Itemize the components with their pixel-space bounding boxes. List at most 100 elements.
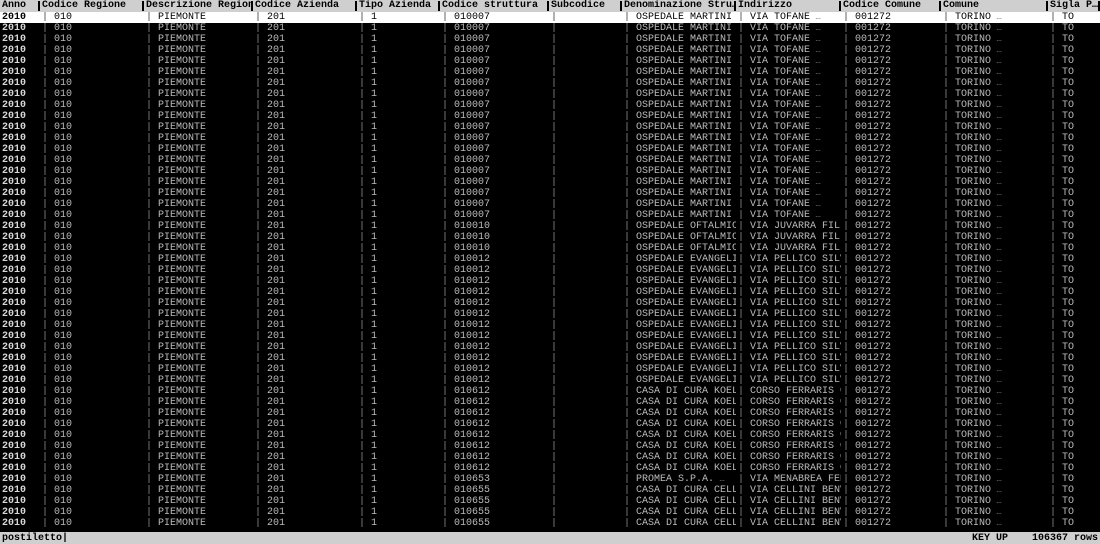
cell-codice_struttura: 010007 (440, 133, 549, 144)
table-row[interactable]: 2010010PIEMONTE2011010012OSPEDALE EVANGE… (0, 276, 1100, 287)
col-header-descrizione_regione[interactable]: Descrizione Region… (144, 0, 253, 12)
cell-indirizzo: VIA PELLICO SILVIO… (736, 309, 841, 320)
col-header-codice_azienda[interactable]: Codice Azienda (253, 0, 357, 12)
table-row[interactable]: 2010010PIEMONTE2011010012OSPEDALE EVANGE… (0, 254, 1100, 265)
table-row[interactable]: 2010010PIEMONTE2011010655CASA DI CURA CE… (0, 496, 1100, 507)
cell-indirizzo: VIA JUVARRA FILIPP… (736, 221, 841, 232)
col-header-anno[interactable]: Anno (0, 0, 40, 12)
cell-tipo_azienda: 1 (357, 166, 440, 177)
table-row[interactable]: 2010010PIEMONTE2011010007OSPEDALE MARTIN… (0, 210, 1100, 221)
table-row[interactable]: 2010010PIEMONTE2011010012OSPEDALE EVANGE… (0, 298, 1100, 309)
table-row[interactable]: 2010010PIEMONTE2011010612CASA DI CURA KO… (0, 463, 1100, 474)
table-row[interactable]: 2010010PIEMONTE2011010007OSPEDALE MARTIN… (0, 122, 1100, 133)
cell-codice_azienda: 201 (253, 375, 357, 386)
cell-codice_azienda: 201 (253, 100, 357, 111)
cell-subcodice (549, 111, 622, 122)
cell-descrizione_regione: PIEMONTE (144, 210, 253, 221)
cell-comune: TORINO (941, 364, 1048, 375)
cell-denominazione: OSPEDALE EVANGELIC… (622, 353, 736, 364)
table-row[interactable]: 2010010PIEMONTE2011010007OSPEDALE MARTIN… (0, 45, 1100, 56)
table-row[interactable]: 2010010PIEMONTE2011010007OSPEDALE MARTIN… (0, 34, 1100, 45)
table-row[interactable]: 2010010PIEMONTE2011010612CASA DI CURA KO… (0, 408, 1100, 419)
cell-codice_regione: 010 (40, 23, 144, 34)
cell-denominazione: OSPEDALE EVANGELIC… (622, 254, 736, 265)
cell-subcodice (549, 265, 622, 276)
data-table[interactable]: AnnoCodice RegioneDescrizione Region…Cod… (0, 0, 1100, 529)
table-row[interactable]: 2010010PIEMONTE2011010010OSPEDALE OFTALM… (0, 232, 1100, 243)
table-row[interactable]: 2010010PIEMONTE2011010012OSPEDALE EVANGE… (0, 265, 1100, 276)
table-row[interactable]: 2010010PIEMONTE2011010655CASA DI CURA CE… (0, 518, 1100, 529)
col-header-codice_struttura[interactable]: Codice struttura (440, 0, 549, 12)
cell-anno: 2010 (0, 100, 40, 111)
cell-subcodice (549, 518, 622, 529)
table-row[interactable]: 2010010PIEMONTE2011010612CASA DI CURA KO… (0, 386, 1100, 397)
table-row[interactable]: 2010010PIEMONTE2011010653PROMEA S.P.A.VI… (0, 474, 1100, 485)
table-row[interactable]: 2010010PIEMONTE2011010007OSPEDALE MARTIN… (0, 199, 1100, 210)
cell-codice_struttura: 010655 (440, 496, 549, 507)
cell-anno: 2010 (0, 221, 40, 232)
cell-codice_azienda: 201 (253, 342, 357, 353)
table-row[interactable]: 2010010PIEMONTE2011010612CASA DI CURA KO… (0, 452, 1100, 463)
cell-descrizione_regione: PIEMONTE (144, 232, 253, 243)
table-row[interactable]: 2010010PIEMONTE2011010612CASA DI CURA KO… (0, 430, 1100, 441)
col-header-comune[interactable]: Comune (941, 0, 1048, 12)
col-header-subcodice[interactable]: Subcodice (549, 0, 622, 12)
table-row[interactable]: 2010010PIEMONTE2011010010OSPEDALE OFTALM… (0, 221, 1100, 232)
cell-codice_azienda: 201 (253, 397, 357, 408)
table-row[interactable]: 2010010PIEMONTE2011010007OSPEDALE MARTIN… (0, 144, 1100, 155)
table-row[interactable]: 2010010PIEMONTE2011010007OSPEDALE MARTIN… (0, 133, 1100, 144)
table-row[interactable]: 2010010PIEMONTE2011010612CASA DI CURA KO… (0, 441, 1100, 452)
cell-codice_regione: 010 (40, 496, 144, 507)
table-row[interactable]: 2010010PIEMONTE2011010012OSPEDALE EVANGE… (0, 375, 1100, 386)
table-row[interactable]: 2010010PIEMONTE2011010007OSPEDALE MARTIN… (0, 166, 1100, 177)
table-row[interactable]: 2010010PIEMONTE2011010007OSPEDALE MARTIN… (0, 78, 1100, 89)
cell-sigla_p: TO (1048, 375, 1100, 386)
col-header-codice_comune[interactable]: Codice Comune (841, 0, 941, 12)
table-row[interactable]: 2010010PIEMONTE2011010012OSPEDALE EVANGE… (0, 364, 1100, 375)
table-row[interactable]: 2010010PIEMONTE2011010012OSPEDALE EVANGE… (0, 353, 1100, 364)
cell-subcodice (549, 221, 622, 232)
table-row[interactable]: 2010010PIEMONTE2011010007OSPEDALE MARTIN… (0, 12, 1100, 23)
cell-codice_azienda: 201 (253, 254, 357, 265)
cell-sigla_p: TO (1048, 287, 1100, 298)
table-row[interactable]: 2010010PIEMONTE2011010612CASA DI CURA KO… (0, 419, 1100, 430)
cell-descrizione_regione: PIEMONTE (144, 320, 253, 331)
cell-denominazione: OSPEDALE OFTALMICO… (622, 232, 736, 243)
table-row[interactable]: 2010010PIEMONTE2011010007OSPEDALE MARTIN… (0, 155, 1100, 166)
col-header-codice_regione[interactable]: Codice Regione (40, 0, 144, 12)
col-header-tipo_azienda[interactable]: Tipo Azienda (357, 0, 440, 12)
table-row[interactable]: 2010010PIEMONTE2011010012OSPEDALE EVANGE… (0, 331, 1100, 342)
table-row[interactable]: 2010010PIEMONTE2011010007OSPEDALE MARTIN… (0, 188, 1100, 199)
cell-indirizzo: VIA JUVARRA FILIPP… (736, 243, 841, 254)
table-row[interactable]: 2010010PIEMONTE2011010012OSPEDALE EVANGE… (0, 342, 1100, 353)
table-row[interactable]: 2010010PIEMONTE2011010012OSPEDALE EVANGE… (0, 287, 1100, 298)
table-row[interactable]: 2010010PIEMONTE2011010010OSPEDALE OFTALM… (0, 243, 1100, 254)
cell-codice_comune: 001272 (841, 507, 941, 518)
table-row[interactable]: 2010010PIEMONTE2011010007OSPEDALE MARTIN… (0, 177, 1100, 188)
cell-sigla_p: TO (1048, 386, 1100, 397)
table-row[interactable]: 2010010PIEMONTE2011010655CASA DI CURA CE… (0, 507, 1100, 518)
col-header-sigla_p[interactable]: Sigla P… (1048, 0, 1100, 12)
cell-codice_comune: 001272 (841, 496, 941, 507)
table-row[interactable]: 2010010PIEMONTE2011010012OSPEDALE EVANGE… (0, 320, 1100, 331)
table-row[interactable]: 2010010PIEMONTE2011010007OSPEDALE MARTIN… (0, 111, 1100, 122)
table-row[interactable]: 2010010PIEMONTE2011010007OSPEDALE MARTIN… (0, 23, 1100, 34)
table-row[interactable]: 2010010PIEMONTE2011010007OSPEDALE MARTIN… (0, 56, 1100, 67)
table-row[interactable]: 2010010PIEMONTE2011010655CASA DI CURA CE… (0, 485, 1100, 496)
cell-codice_regione: 010 (40, 177, 144, 188)
table-row[interactable]: 2010010PIEMONTE2011010007OSPEDALE MARTIN… (0, 67, 1100, 78)
table-row[interactable]: 2010010PIEMONTE2011010012OSPEDALE EVANGE… (0, 309, 1100, 320)
col-header-denominazione[interactable]: Denominazione Stru… (622, 0, 736, 12)
cell-sigla_p: TO (1048, 221, 1100, 232)
cell-codice_struttura: 010007 (440, 199, 549, 210)
table-body[interactable]: 2010010PIEMONTE2011010007OSPEDALE MARTIN… (0, 12, 1100, 529)
table-row[interactable]: 2010010PIEMONTE2011010007OSPEDALE MARTIN… (0, 100, 1100, 111)
table-row[interactable]: 2010010PIEMONTE2011010007OSPEDALE MARTIN… (0, 89, 1100, 100)
cell-codice_azienda: 201 (253, 34, 357, 45)
cell-codice_struttura: 010653 (440, 474, 549, 485)
cell-anno: 2010 (0, 89, 40, 100)
cell-descrizione_regione: PIEMONTE (144, 408, 253, 419)
cell-sigla_p: TO (1048, 133, 1100, 144)
col-header-indirizzo[interactable]: Indirizzo (736, 0, 841, 12)
table-row[interactable]: 2010010PIEMONTE2011010612CASA DI CURA KO… (0, 397, 1100, 408)
